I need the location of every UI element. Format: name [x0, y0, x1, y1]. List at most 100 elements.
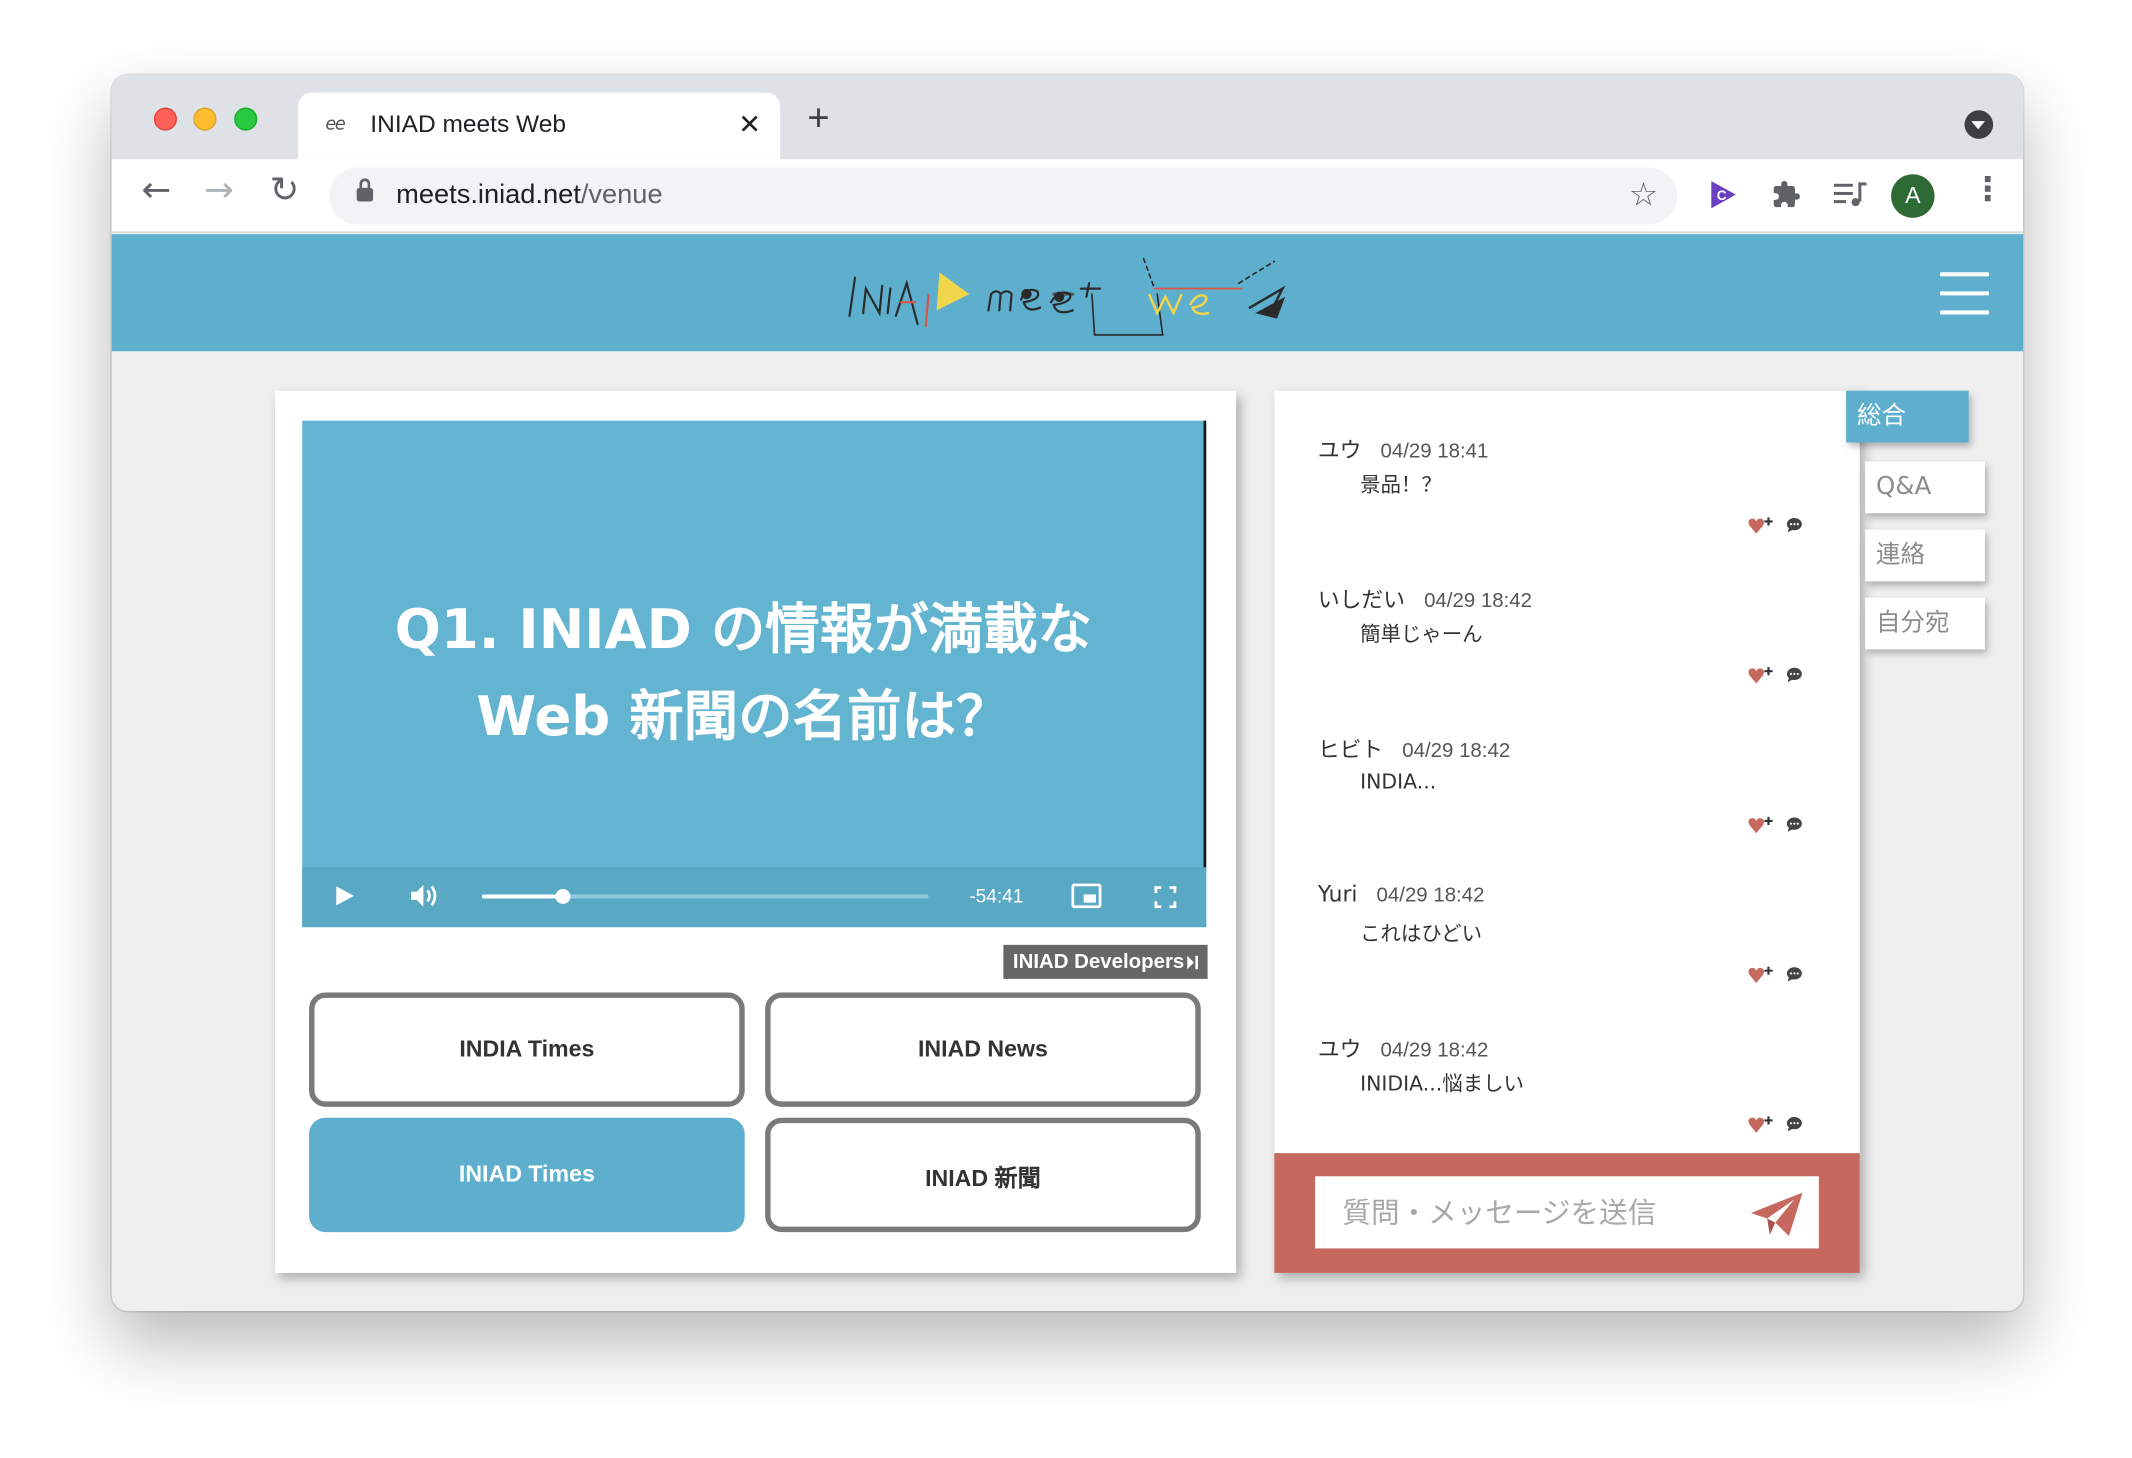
answer-option-2-label: INIAD News	[917, 1036, 1048, 1062]
answer-option-3[interactable]: INIAD Times	[309, 1117, 745, 1233]
like-plus-icon[interactable]	[1748, 965, 1775, 984]
chat-panel: ユウ 04/29 18:41 景品！？ いしだい 04/29 18:42 簡単じゃー…	[1274, 390, 1860, 1273]
reload-icon[interactable]: ↻	[270, 173, 300, 208]
answer-option-1[interactable]: INDIA Times	[309, 992, 745, 1107]
tab-announcements[interactable]: 連絡	[1865, 529, 1985, 582]
play-icon[interactable]	[336, 886, 354, 906]
hamburger-menu-icon[interactable]	[1940, 272, 1990, 316]
chat-actions	[1748, 516, 1808, 535]
reply-icon[interactable]	[1786, 967, 1802, 982]
chat-message: ユウ 04/29 18:41 景品！？	[1318, 432, 1835, 582]
chat-text: 簡単じゃーん	[1360, 622, 1483, 647]
reply-icon[interactable]	[1786, 517, 1802, 533]
progress-fill	[481, 894, 563, 899]
answer-option-2[interactable]: INIAD News	[765, 992, 1201, 1107]
lock-icon	[356, 178, 374, 203]
chat-message: いしだい 04/29 18:42 簡単じゃーん	[1318, 581, 1835, 731]
chat-time: 04/29 18:42	[1380, 1038, 1489, 1062]
question-text: Q1. INIAD の情報が満載な Web 新聞の名前は？	[302, 587, 1184, 761]
like-plus-icon[interactable]	[1748, 815, 1775, 834]
chat-user: ユウ	[1317, 437, 1362, 463]
address-bar[interactable]: meets.iniad.net/venue ☆	[329, 167, 1678, 225]
chat-header: いしだい 04/29 18:42	[1318, 581, 1532, 614]
reply-icon[interactable]	[1786, 667, 1802, 683]
chat-header: ユウ 04/29 18:42	[1318, 1031, 1489, 1064]
reply-icon[interactable]	[1786, 1116, 1802, 1132]
svg-text:C: C	[1717, 188, 1727, 203]
answer-option-4-label: INIAD 新聞	[925, 1164, 1041, 1191]
like-plus-icon[interactable]	[1748, 666, 1775, 685]
chat-time: 04/29 18:42	[1402, 739, 1511, 763]
remaining-time: -54:41	[969, 884, 1024, 907]
url-host: meets.iniad.net	[396, 179, 581, 210]
chat-header: ヒビト 04/29 18:42	[1318, 731, 1510, 764]
send-icon[interactable]	[1748, 1190, 1805, 1239]
chat-actions	[1748, 815, 1808, 834]
media-queue-icon[interactable]	[1832, 180, 1867, 210]
chat-text: 景品！？	[1360, 472, 1442, 497]
url-path: /venue	[580, 179, 663, 210]
tab-qa[interactable]: Q&A	[1865, 461, 1985, 514]
chat-message: ユウ 04/29 18:42 INIDIA...悩ましい	[1318, 1031, 1835, 1154]
site-header	[111, 234, 2024, 352]
tab-general[interactable]: 総合	[1846, 390, 1969, 443]
browser-toolbar: ← → ↻ meets.iniad.net/venue ☆ C A ⋮	[111, 159, 2024, 233]
chat-message: ヒビト 04/29 18:42 INDIA...	[1318, 731, 1835, 881]
skip-icon	[1187, 955, 1199, 970]
chat-text: これはひどい	[1360, 921, 1483, 947]
chat-user: ユウ	[1317, 1036, 1362, 1062]
chat-message-list[interactable]: ユウ 04/29 18:41 景品！？ いしだい 04/29 18:42 簡単じゃー…	[1274, 391, 1859, 1153]
chat-header: Yuri 04/29 18:42	[1318, 881, 1485, 907]
answer-option-3-label: INIAD Times	[458, 1161, 595, 1188]
tab-to-me[interactable]: 自分宛	[1865, 597, 1985, 650]
message-input[interactable]	[1315, 1176, 1819, 1249]
answer-option-1-label: INDIA Times	[459, 1036, 595, 1062]
video-player[interactable]: Q1. INIAD の情報が満載な Web 新聞の名前は？ -54:41	[302, 420, 1207, 928]
chat-actions	[1748, 666, 1808, 685]
tab-search-icon[interactable]	[1964, 110, 1994, 139]
like-plus-icon[interactable]	[1748, 516, 1775, 535]
message-composer	[1274, 1153, 1860, 1273]
video-edge	[1203, 420, 1207, 870]
chat-header: ユウ 04/29 18:41	[1318, 432, 1489, 465]
volume-icon[interactable]	[408, 881, 441, 911]
extension-icon[interactable]: C	[1706, 178, 1739, 211]
chat-user: ヒビト	[1317, 736, 1384, 763]
tab-title: INIAD meets Web	[370, 110, 566, 138]
main-panel: Q1. INIAD の情報が満載な Web 新聞の名前は？ -54:41 INI…	[275, 390, 1237, 1273]
developer-badge-label: INIAD Developers	[1012, 950, 1185, 974]
chat-time: 04/29 18:42	[1424, 589, 1532, 613]
site-logo[interactable]	[847, 248, 1296, 341]
new-tab-button[interactable]: +	[807, 99, 829, 137]
back-icon[interactable]: ←	[142, 173, 172, 208]
puzzle-icon[interactable]	[1771, 180, 1801, 210]
tab-close-icon[interactable]: ✕	[738, 108, 761, 141]
chat-time: 04/29 18:42	[1376, 883, 1485, 907]
question-line-2: Web 新聞の名前は？	[476, 686, 1011, 749]
progress-knob[interactable]	[555, 889, 571, 904]
close-window-button[interactable]	[153, 107, 177, 131]
like-plus-icon[interactable]	[1748, 1115, 1775, 1134]
developer-badge[interactable]: INIAD Developers	[1003, 944, 1208, 979]
progress-slider[interactable]	[481, 889, 929, 904]
picture-in-picture-icon[interactable]	[1071, 883, 1102, 909]
url-text[interactable]: meets.iniad.net/venue	[396, 180, 662, 211]
fullscreen-icon[interactable]	[1154, 886, 1177, 909]
tab-favicon-icon: ee	[325, 114, 345, 135]
answer-option-4[interactable]: INIAD 新聞	[765, 1117, 1201, 1233]
bookmark-star-icon[interactable]: ☆	[1629, 176, 1658, 214]
chat-user: いしだい	[1317, 586, 1406, 613]
question-line-1: Q1. INIAD の情報が満載な	[394, 599, 1093, 662]
forward-icon[interactable]: →	[204, 173, 234, 208]
avatar[interactable]: A	[1891, 174, 1935, 218]
chat-text: INIDIA...悩ましい	[1360, 1071, 1524, 1096]
kebab-menu-icon[interactable]: ⋮	[1971, 170, 2004, 208]
chat-user: Yuri	[1317, 880, 1358, 907]
chat-message: Yuri 04/29 18:42 これはひどい	[1318, 881, 1835, 1031]
browser-tab[interactable]: ee INIAD meets Web ✕	[298, 92, 781, 160]
zoom-window-button[interactable]	[234, 107, 258, 131]
minimize-window-button[interactable]	[193, 107, 217, 131]
reply-icon[interactable]	[1786, 817, 1802, 832]
chat-text: INDIA...	[1360, 769, 1437, 794]
chat-actions	[1748, 965, 1808, 984]
